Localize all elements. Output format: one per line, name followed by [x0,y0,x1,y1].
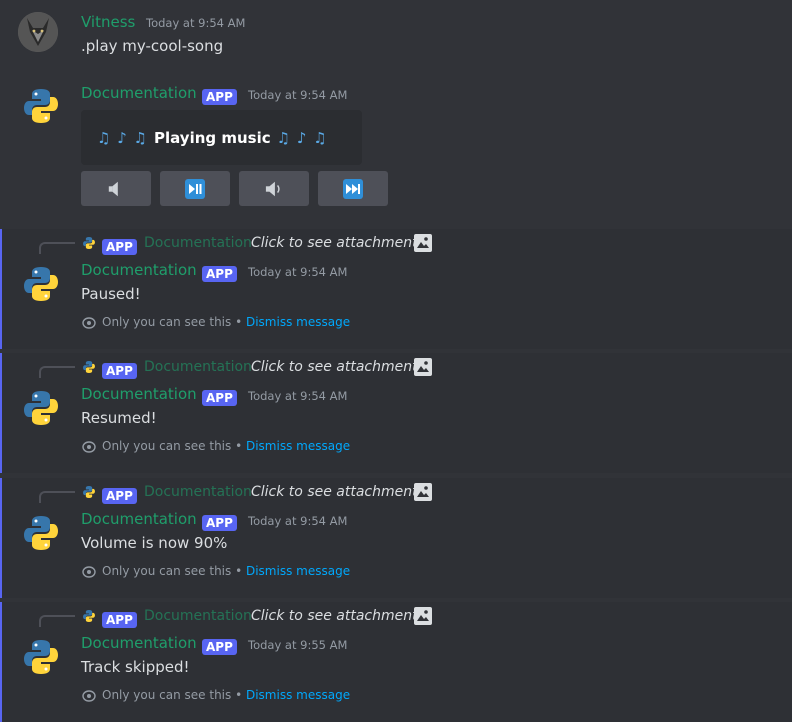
timestamp: Today at 9:54 AM [248,265,348,279]
reply-author[interactable]: Documentation [144,484,252,500]
music-embed: ♫ ♪ ♫ Playing music ♫ ♪ ♫ [81,110,362,165]
author-name[interactable]: Documentation [81,261,197,279]
timestamp: Today at 9:54 AM [248,88,348,102]
reply-avatar[interactable] [82,235,96,254]
music-notes-icon: ♫ ♪ ♫ [97,128,149,147]
reply-preview[interactable]: Click to see attachment [251,484,418,500]
timestamp: Today at 9:54 AM [248,514,348,528]
reply-avatar[interactable] [82,359,96,378]
bot-avatar[interactable] [21,264,61,304]
bot-avatar[interactable] [21,388,61,428]
timestamp: Today at 9:55 AM [248,638,348,652]
skip-button[interactable] [318,171,388,206]
author-name[interactable]: Documentation [81,634,197,652]
next-track-icon [343,178,363,199]
dismiss-message-link[interactable]: Dismiss message [246,564,350,578]
dismiss-message-link[interactable]: Dismiss message [246,315,350,329]
image-icon [414,483,432,505]
reply-author[interactable]: Documentation [144,608,252,624]
dismiss-message-link[interactable]: Dismiss message [246,439,350,453]
pause-resume-button[interactable] [160,171,230,206]
reply-author[interactable]: Documentation [144,359,252,375]
message-content: Resumed! [81,409,157,427]
bot-avatar[interactable] [21,637,61,677]
timestamp: Today at 9:54 AM [248,389,348,403]
ephemeral-highlight-bar [0,478,2,598]
app-badge: APP [202,387,237,406]
reply-connector [39,242,75,254]
reply-author[interactable]: Documentation [144,235,252,251]
reply-avatar[interactable] [82,484,96,503]
author-name[interactable]: Vitness [81,13,135,31]
reply-app-badge: APP [102,485,137,504]
user-avatar[interactable] [18,12,58,52]
eye-icon [82,688,96,707]
reply-app-badge: APP [102,360,137,379]
bot-avatar[interactable] [21,86,61,126]
eye-icon [82,439,96,458]
ephemeral-notice: Only you can see this • Dismiss message [102,315,351,329]
reply-connector [39,491,75,503]
message-content: Paused! [81,285,141,303]
app-badge: APP [202,86,237,105]
ephemeral-highlight-bar [0,602,2,722]
dismiss-message-link[interactable]: Dismiss message [246,688,350,702]
author-name[interactable]: Documentation [81,84,197,102]
eye-icon [82,564,96,583]
message-content: Volume is now 90% [81,534,228,552]
ephemeral-notice: Only you can see this • Dismiss message [102,688,351,702]
eye-icon [82,315,96,334]
message-content: Track skipped! [81,658,190,676]
author-name[interactable]: Documentation [81,510,197,528]
embed-title: Playing music [154,128,271,147]
bot-avatar[interactable] [21,513,61,553]
ephemeral-highlight-bar [0,229,2,349]
play-pause-icon [185,178,205,199]
reply-connector [39,366,75,378]
message-content: .play my-cool-song [81,37,224,55]
image-icon [414,358,432,380]
volume-up-button[interactable] [239,171,309,206]
volume-down-button[interactable] [81,171,151,206]
ephemeral-notice: Only you can see this • Dismiss message [102,439,351,453]
reply-preview[interactable]: Click to see attachment [251,608,418,624]
reply-connector [39,615,75,627]
reply-preview[interactable]: Click to see attachment [251,359,418,375]
reply-preview[interactable]: Click to see attachment [251,235,418,251]
speaker-medium-icon [265,181,280,196]
music-notes-icon: ♫ ♪ ♫ [276,128,328,147]
speaker-low-icon [108,181,118,196]
ephemeral-notice: Only you can see this • Dismiss message [102,564,351,578]
app-badge: APP [202,263,237,282]
app-badge: APP [202,512,237,531]
app-badge: APP [202,636,237,655]
ephemeral-highlight-bar [0,353,2,473]
reply-app-badge: APP [102,609,137,628]
reply-app-badge: APP [102,236,137,255]
reply-avatar[interactable] [82,608,96,627]
author-name[interactable]: Documentation [81,385,197,403]
timestamp: Today at 9:54 AM [146,16,246,30]
image-icon [414,607,432,629]
image-icon [414,234,432,256]
